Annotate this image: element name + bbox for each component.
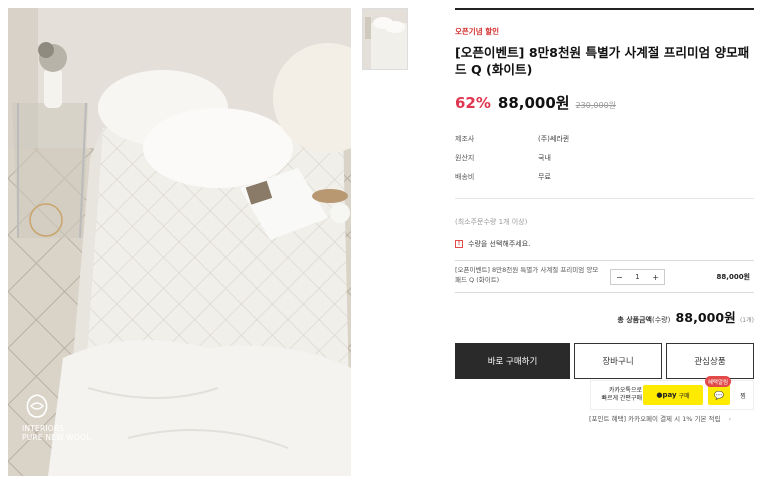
spec-row-origin: 원산지 국내 [455,148,754,167]
qty-value[interactable]: 1 [635,273,639,281]
spec-value: (주)쎄라퀸 [538,134,570,143]
kakao-pay-sub: 구매 [678,392,690,400]
woolmark-text-wool: PURE NEW WOOL [22,433,91,442]
spec-value: 무료 [538,172,551,181]
price-row: 62% 88,000원 230,000원 [455,92,754,112]
buy-now-button[interactable]: 바로 구매하기 [455,343,570,379]
kakao-pay-label: ●pay [656,391,677,399]
qty-plus-button[interactable]: + [652,273,659,282]
qty-notice: ! 수량을 선택해주세요. [455,239,754,249]
min-order-note: (최소주문수량 1개 이상) [455,218,528,226]
kakao-text-line1: 카카오톡으로 [608,387,642,394]
chevron-right-icon: › [728,415,732,423]
kakao-wish-button[interactable]: 찜 [733,385,753,405]
total-count: (1개) [739,317,754,324]
woolmark-text-interiors: INTERIORS [22,424,65,433]
action-buttons: 바로 구매하기 장바구니 관심상품 [455,343,754,379]
spec-row-manufacturer: 제조사 (주)쎄라퀸 [455,129,754,148]
chat-bubble-icon: 💬 [714,390,724,400]
divider [455,8,754,10]
point-benefit-text: [포인트 혜택] 카카오페이 결제 시 1% 기본 적립 [589,415,721,423]
spec-row-shipping: 배송비 무료 [455,167,754,186]
quantity-stepper[interactable]: − 1 + [610,269,665,285]
sale-price: 88,000원 [497,94,570,112]
product-title: [오픈이벤트] 8만8천원 특별가 사계절 프리미엄 양모패드 Q (화이트) [455,45,750,77]
woolmark-icon [26,394,48,418]
woolmark-logo: INTERIORS PURE NEW WOOL [22,392,112,442]
product-main-image: INTERIORS PURE NEW WOOL [8,8,351,476]
qty-notice-text: 수량을 선택해주세요. [468,240,531,248]
total-qty-label: (수량) [651,316,671,324]
spec-value: 국내 [538,153,551,162]
discount-rate: 62% [455,94,491,112]
selected-option-row: [오픈이벤트] 8만8천원 특별가 사계절 프리미엄 양모패드 Q (화이트) … [455,260,754,293]
spec-key: 원산지 [455,153,475,162]
total-price: 88,000원 [675,310,736,325]
wishlist-button[interactable]: 관심상품 [666,343,754,379]
event-tag: 오픈기념 할인 [455,27,500,36]
product-thumbnail[interactable] [362,8,408,70]
kakao-text-line2: 빠르게 간편구매 [601,395,642,402]
alert-icon: ! [455,240,463,248]
spec-key: 제조사 [455,134,475,143]
kakao-pay-text: 카카오톡으로 빠르게 간편구매 [596,387,642,403]
qty-minus-button[interactable]: − [616,273,623,282]
product-specs: 제조사 (주)쎄라퀸 원산지 국내 배송비 무료 [455,129,754,199]
spec-key: 배송비 [455,172,475,181]
add-to-cart-button[interactable]: 장바구니 [574,343,662,379]
original-price: 230,000원 [575,101,617,110]
option-price: 88,000원 [716,273,750,281]
benefit-alert-badge: 혜택알림 [705,376,731,387]
kakao-pay-button[interactable]: ●pay 구매 [643,385,703,405]
total-label: 총 상품금액 [617,316,652,324]
kakao-talk-button[interactable]: 💬 [708,385,730,405]
product-info-panel: 오픈기념 할인 [오픈이벤트] 8만8천원 특별가 사계절 프리미엄 양모패드 … [455,8,754,379]
total-price-row: 총 상품금액(수량) 88,000원 (1개) [455,307,754,325]
option-name: [오픈이벤트] 8만8천원 특별가 사계절 프리미엄 양모패드 Q (화이트) [455,266,599,284]
point-benefit-link[interactable]: [포인트 혜택] 카카오페이 결제 시 1% 기본 적립 › [589,413,731,423]
